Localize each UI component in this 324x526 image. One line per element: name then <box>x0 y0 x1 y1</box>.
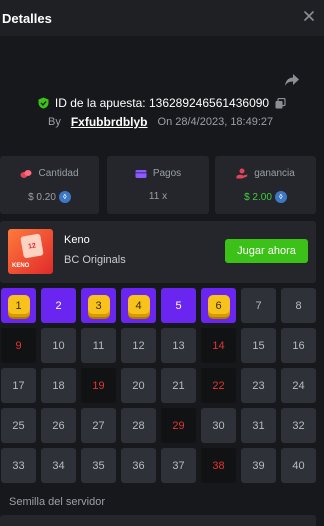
keno-tile-35: 35 <box>81 448 116 483</box>
keno-tile-23: 23 <box>241 368 276 403</box>
stat-profit: ganancia $ 2.00 ◊ <box>215 156 316 214</box>
keno-tile-6: 6 <box>201 288 236 323</box>
payout-card-icon <box>135 169 147 178</box>
modal-title: Detalles <box>2 11 52 26</box>
keno-tile-9: 9 <box>1 328 36 363</box>
keno-tile-10: 10 <box>41 328 76 363</box>
bet-meta-row: By Fxfubbrdblyb On 28/4/2023, 18:49:27 <box>48 115 273 129</box>
game-card: 12 KENO Keno BC Originals Jugar ahora <box>0 221 316 283</box>
game-provider: BC Originals <box>64 254 126 266</box>
stat-payout: Pagos 11 x <box>107 156 209 214</box>
hit-gem-icon: 4 <box>127 294 150 317</box>
keno-tile-17: 17 <box>1 368 36 403</box>
keno-tile-39: 39 <box>241 448 276 483</box>
play-now-button[interactable]: Jugar ahora <box>225 239 308 263</box>
shield-check-icon <box>38 97 49 109</box>
keno-tile-36: 36 <box>121 448 156 483</box>
keno-tile-31: 31 <box>241 408 276 443</box>
keno-tile-12: 12 <box>121 328 156 363</box>
stat-amount-label: Cantidad <box>38 168 79 179</box>
keno-card-graphic: 12 <box>20 233 44 259</box>
keno-tile-5: 5 <box>161 288 196 323</box>
keno-tile-18: 18 <box>41 368 76 403</box>
bet-id-value: 136289246561436090 <box>148 96 270 110</box>
modal-header: Detalles <box>0 0 324 36</box>
keno-tile-4: 4 <box>121 288 156 323</box>
keno-tile-8: 8 <box>281 288 316 323</box>
keno-thumb-label: KENO <box>12 263 30 269</box>
game-name: Keno <box>64 234 90 246</box>
keno-tile-32: 32 <box>281 408 316 443</box>
keno-tile-30: 30 <box>201 408 236 443</box>
stat-payout-value: 11 x <box>148 191 168 202</box>
keno-tile-20: 20 <box>121 368 156 403</box>
share-icon[interactable] <box>284 73 300 87</box>
bet-id-label: ID de la apuesta: <box>54 96 146 110</box>
keno-tile-33: 33 <box>1 448 36 483</box>
keno-tile-14: 14 <box>201 328 236 363</box>
keno-tile-28: 28 <box>121 408 156 443</box>
bet-datetime: 28/4/2023, 18:49:27 <box>175 116 274 128</box>
keno-tile-25: 25 <box>1 408 36 443</box>
username-link[interactable]: Fxfubbrdblyb <box>71 115 148 129</box>
coins-icon <box>20 169 32 178</box>
keno-tile-2: 2 <box>41 288 76 323</box>
on-label: On <box>157 116 173 128</box>
bet-id-row: ID de la apuesta: 136289246561436090 <box>0 95 324 111</box>
profit-hand-icon <box>236 168 248 179</box>
keno-tile-27: 27 <box>81 408 116 443</box>
keno-tile-24: 24 <box>281 368 316 403</box>
keno-tile-1: 1 <box>1 288 36 323</box>
keno-tile-38: 38 <box>201 448 236 483</box>
stat-profit-label: ganancia <box>254 168 295 179</box>
keno-tile-37: 37 <box>161 448 196 483</box>
stat-profit-value: $ 2.00 <box>244 191 272 203</box>
copy-icon[interactable] <box>275 97 286 109</box>
hit-gem-icon: 1 <box>7 294 30 317</box>
by-label: By <box>48 116 61 128</box>
keno-tile-11: 11 <box>81 328 116 363</box>
keno-tile-19: 19 <box>81 368 116 403</box>
keno-tile-7: 7 <box>241 288 276 323</box>
keno-tile-21: 21 <box>161 368 196 403</box>
currency-coin-icon: ◊ <box>58 191 71 203</box>
currency-coin-icon: ◊ <box>274 191 287 203</box>
keno-thumbnail[interactable]: 12 KENO <box>8 229 53 274</box>
keno-tile-26: 26 <box>41 408 76 443</box>
keno-board: 1 2 3 4 5 6 7 8 9 10 11 12 13 14 15 16 17 18 19 20 21 22 23 24 2… <box>0 288 316 483</box>
keno-tile-16: 16 <box>281 328 316 363</box>
stat-payout-label: Pagos <box>152 168 182 179</box>
keno-tile-15: 15 <box>241 328 276 363</box>
keno-tile-3: 3 <box>81 288 116 323</box>
server-seed-label: Semilla del servidor <box>9 496 105 508</box>
hit-gem-icon: 3 <box>87 294 110 317</box>
stat-amount-value: $ 0.20 <box>28 191 56 203</box>
keno-tile-29: 29 <box>161 408 196 443</box>
server-seed-field[interactable] <box>0 515 316 526</box>
keno-tile-13: 13 <box>161 328 196 363</box>
keno-tile-40: 40 <box>281 448 316 483</box>
hit-gem-icon: 6 <box>207 294 230 317</box>
keno-tile-22: 22 <box>201 368 236 403</box>
keno-tile-34: 34 <box>41 448 76 483</box>
stat-amount: Cantidad $ 0.20 ◊ <box>0 156 99 214</box>
close-icon[interactable] <box>302 9 316 23</box>
